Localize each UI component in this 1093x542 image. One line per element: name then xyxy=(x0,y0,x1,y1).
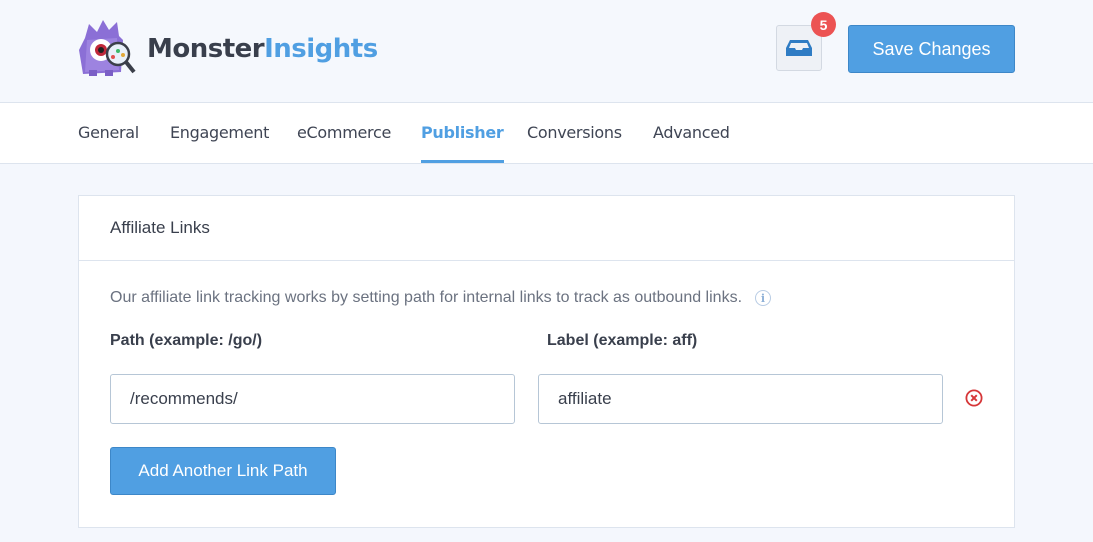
card-title: Affiliate Links xyxy=(110,218,210,237)
header: MonsterInsights 5 Save Changes xyxy=(0,0,1093,103)
description-text: Our affiliate link tracking works by set… xyxy=(110,289,743,306)
logo-text: MonsterInsights xyxy=(147,34,378,64)
logo-text-insights: Insights xyxy=(264,34,378,64)
path-input[interactable] xyxy=(110,374,515,424)
info-icon[interactable]: i xyxy=(755,290,772,306)
tab-ecommerce[interactable]: eCommerce xyxy=(297,103,391,163)
tab-publisher[interactable]: Publisher xyxy=(421,103,504,163)
save-changes-button[interactable]: Save Changes xyxy=(848,25,1015,73)
affiliate-description: Our affiliate link tracking works by set… xyxy=(110,289,772,307)
settings-tabs: General Engagement eCommerce Publisher C… xyxy=(0,103,1093,164)
tab-general[interactable]: General xyxy=(78,103,139,163)
logo[interactable]: MonsterInsights xyxy=(77,20,378,78)
card-header xyxy=(79,196,1014,261)
label-input[interactable] xyxy=(538,374,943,424)
tab-advanced[interactable]: Advanced xyxy=(653,103,730,163)
path-label: Path (example: /go/) xyxy=(110,332,263,349)
monster-mascot-icon xyxy=(79,20,136,76)
tab-conversions[interactable]: Conversions xyxy=(527,103,622,163)
inbox-icon xyxy=(786,40,812,56)
add-link-path-button[interactable]: Add Another Link Path xyxy=(110,447,336,495)
label-label: Label (example: aff) xyxy=(547,332,698,349)
tab-engagement[interactable]: Engagement xyxy=(170,103,269,163)
remove-circle-x-icon[interactable] xyxy=(965,389,983,407)
affiliate-links-card: Affiliate Links Our affiliate link track… xyxy=(78,195,1015,528)
logo-text-monster: Monster xyxy=(147,34,265,64)
notification-badge: 5 xyxy=(811,12,836,37)
